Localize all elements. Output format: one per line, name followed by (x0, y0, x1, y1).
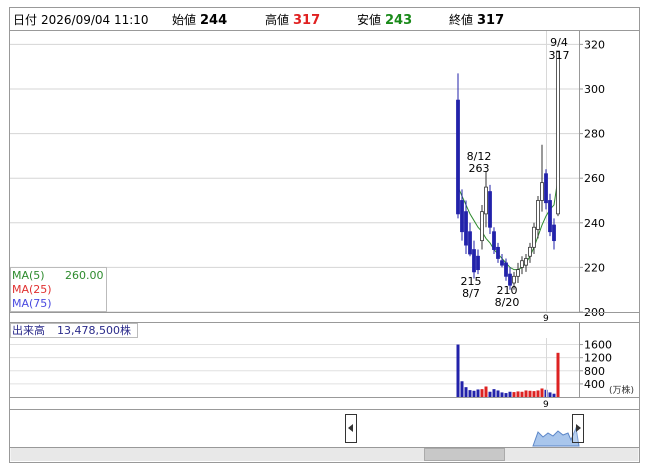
candle-body (552, 224, 556, 242)
candle (488, 184, 492, 234)
volume-bar (520, 391, 524, 397)
datetime: 2026/09/04 11:10 (41, 13, 149, 27)
candle (548, 193, 552, 237)
candle-body (528, 246, 532, 257)
volume-bar (512, 392, 516, 397)
high-value: 317 (293, 13, 320, 28)
stock-chart: 日付 2026/09/04 11:10 始値 244 高値 317 安値 243… (9, 7, 640, 463)
close-label: 終値 (449, 12, 473, 27)
volume-tick-label: 400 (584, 378, 605, 391)
volume-bar (524, 390, 528, 397)
candle-body (512, 275, 516, 284)
candle-body (492, 231, 496, 250)
annotation-price: 263 (469, 162, 490, 175)
volume-value: 13,478,500株 (57, 323, 131, 337)
candle-body (464, 211, 468, 246)
volume-bar (528, 390, 532, 397)
ma-legend: MA(5) 260.00 MA(25) MA(75) (10, 267, 107, 312)
candle-body (488, 191, 492, 228)
ma5-label: MA(5) (12, 269, 45, 282)
annotation-date: 8/20 (495, 296, 520, 309)
candle-body (480, 211, 484, 242)
volume-bar (516, 391, 520, 397)
price-tick-label: 220 (584, 261, 605, 274)
volume-tick-label: 1200 (584, 352, 612, 365)
candle (556, 50, 560, 217)
volume-tick-label: 1600 (584, 339, 612, 352)
price-tick-label: 240 (584, 217, 605, 230)
volume-bar (504, 393, 508, 397)
volume-bar (480, 389, 484, 397)
price-tick-label: 260 (584, 172, 605, 185)
candle-body (516, 269, 520, 277)
volume-bar (532, 391, 536, 397)
candle-body (460, 200, 464, 233)
volume-header: 出来高 13,478,500株 (10, 323, 138, 338)
candle-body (556, 50, 560, 215)
candle-body (524, 258, 528, 266)
candle-body (520, 260, 524, 268)
volume-bar (536, 390, 540, 397)
price-tick-label: 300 (584, 83, 605, 96)
candle-body (504, 262, 508, 277)
ma25-label: MA(25) (12, 283, 52, 296)
open-value: 244 (200, 13, 227, 28)
scrollbar-thumb[interactable] (424, 448, 505, 461)
volume-bar (484, 386, 488, 397)
candle-body (496, 246, 500, 259)
low-value: 243 (385, 13, 412, 28)
annotation-date: 8/7 (462, 287, 480, 300)
volume-x-tick-label: 9 (543, 400, 549, 410)
candle-body (500, 260, 504, 266)
x-tick-label: 9 (543, 314, 549, 324)
volume-bar (464, 387, 468, 397)
volume-bar (488, 391, 492, 397)
price-tick-label: 280 (584, 128, 605, 141)
annotation-price: 317 (549, 49, 570, 62)
date-label: 日付 (13, 13, 37, 27)
candle-body (456, 99, 460, 215)
candle-body (536, 200, 540, 230)
scrollbar-track[interactable] (10, 448, 639, 461)
candle-body (476, 255, 480, 271)
ma75-label: MA(75) (12, 297, 52, 310)
low-label: 安値 (357, 12, 381, 27)
open-label: 始値 (172, 12, 196, 27)
volume-bar (508, 391, 512, 397)
ma5-value: 260.00 (65, 269, 104, 282)
volume-label: 出来高 (12, 323, 45, 337)
candle-body (468, 231, 472, 255)
candle-body (472, 249, 476, 273)
candle-body (532, 226, 536, 248)
volume-tick-label: 800 (584, 365, 605, 378)
volume-bar (500, 392, 504, 397)
volume-bar (540, 388, 544, 397)
volume-bar (476, 389, 480, 397)
volume-bar (456, 344, 460, 397)
volume-bar (492, 389, 496, 397)
close-value: 317 (477, 13, 504, 28)
candle-body (540, 182, 544, 201)
volume-bar (472, 390, 476, 397)
volume-bar (552, 393, 556, 397)
annotation-date: 9/4 (550, 36, 568, 49)
volume-bar (496, 390, 500, 397)
high-label: 高値 (265, 12, 289, 27)
candle-body (548, 200, 552, 233)
volume-bar (460, 381, 464, 397)
volume-bar (468, 390, 472, 397)
candle-body (484, 186, 488, 215)
volume-unit: (万株) (609, 384, 634, 396)
volume-bar (556, 352, 560, 397)
price-tick-label: 320 (584, 38, 605, 51)
volume-bar (548, 392, 552, 397)
candle-body (544, 173, 548, 204)
